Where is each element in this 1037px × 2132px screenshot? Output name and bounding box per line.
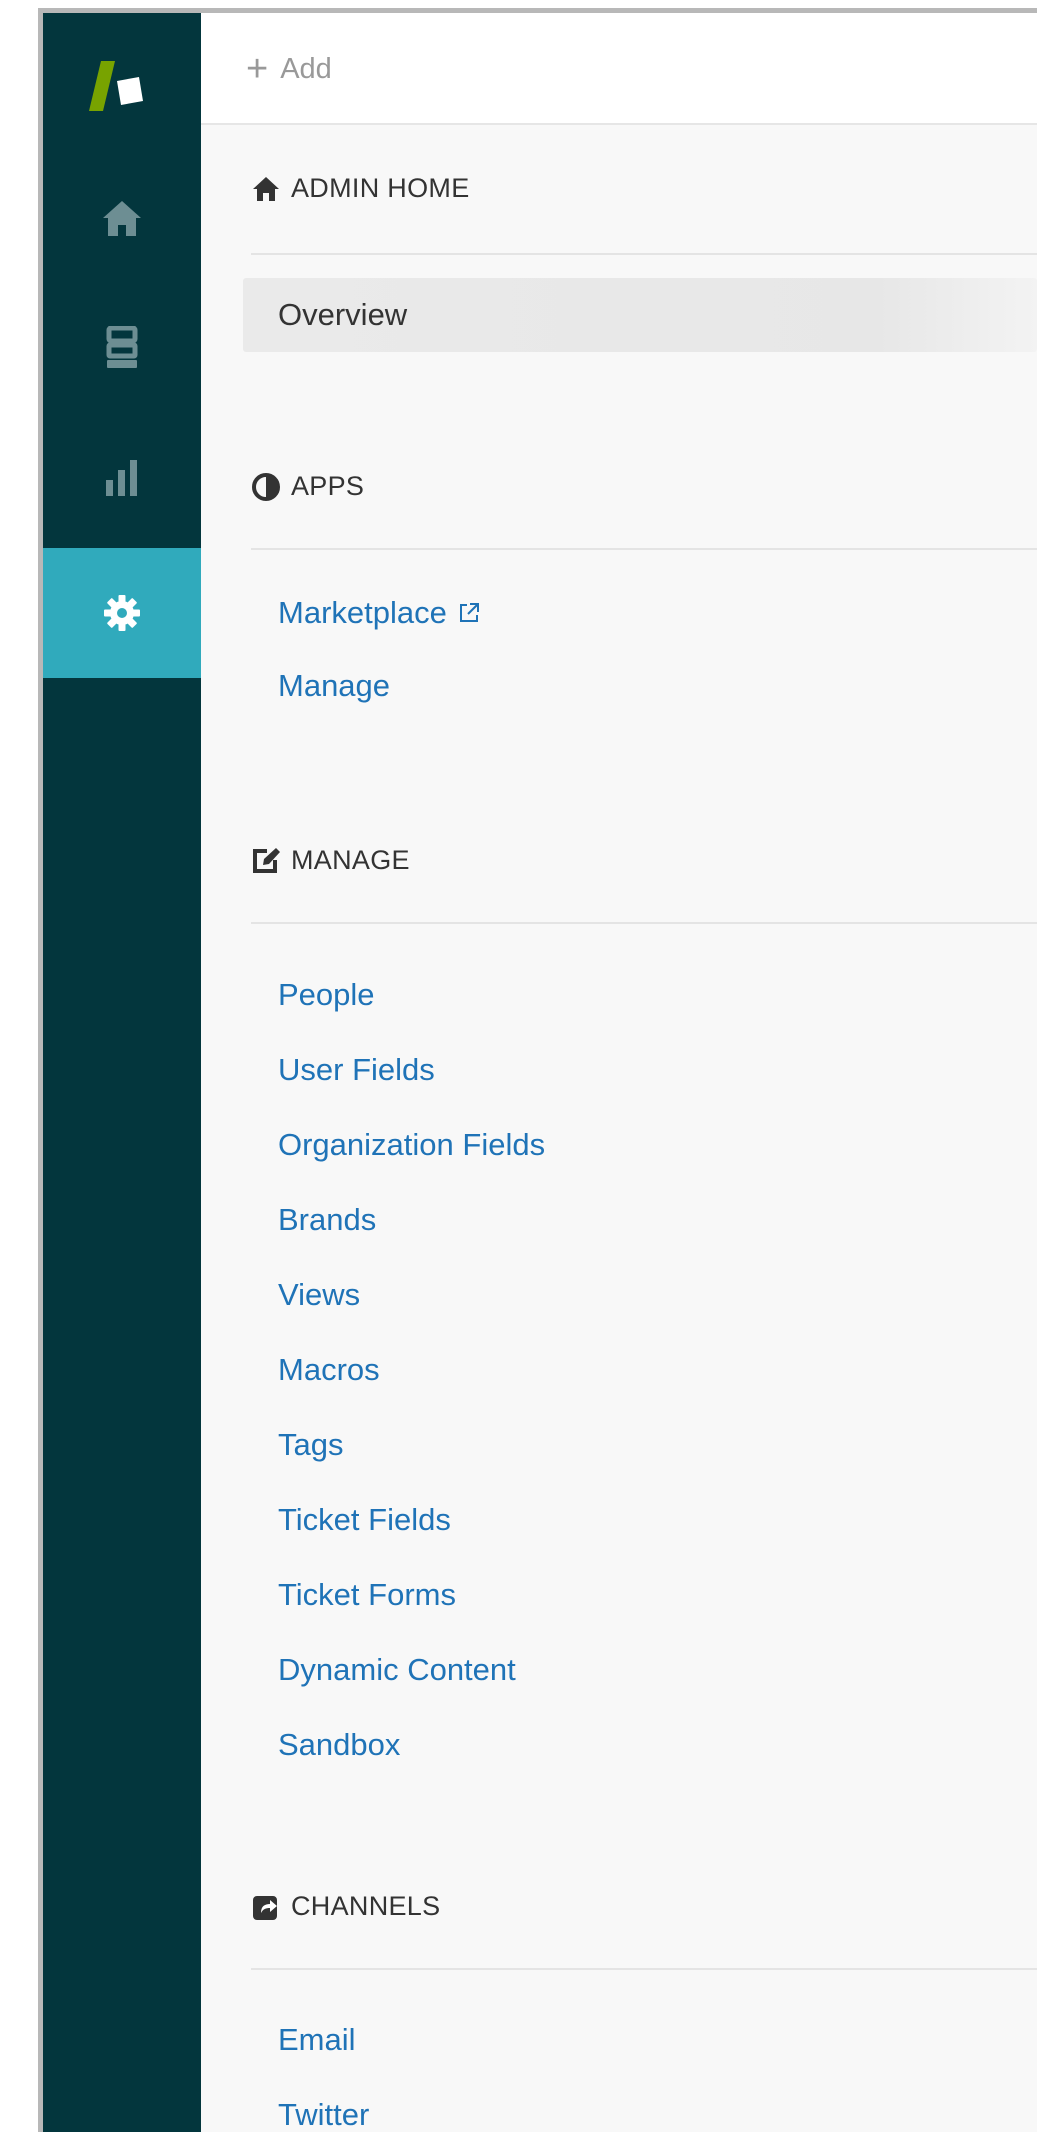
rail-item-admin[interactable] — [43, 548, 201, 678]
menu-item-label: Overview — [278, 297, 408, 332]
section-header-manage: MANAGE — [251, 845, 410, 876]
screenshot-frame: + Add ADMIN HOME Overview APPS Marketpla… — [0, 0, 1037, 2132]
menu-item-tags[interactable]: Tags — [278, 1427, 343, 1463]
section-title: APPS — [291, 471, 365, 501]
rail-item-reporting[interactable] — [43, 413, 201, 543]
views-icon — [105, 326, 139, 370]
section-title: ADMIN HOME — [291, 173, 470, 203]
add-button[interactable]: + Add — [246, 45, 332, 93]
menu-item-twitter[interactable]: Twitter — [278, 2097, 369, 2132]
menu-item-views[interactable]: Views — [278, 1277, 360, 1313]
divider — [251, 922, 1037, 924]
menu-item-macros[interactable]: Macros — [278, 1352, 380, 1388]
plus-icon: + — [246, 48, 269, 90]
share-icon — [251, 1892, 281, 1922]
section-title: MANAGE — [291, 845, 410, 875]
menu-item-label: User Fields — [278, 1052, 435, 1087]
menu-item-overview[interactable]: Overview — [243, 278, 1037, 352]
zendesk-logo[interactable] — [81, 55, 151, 125]
section-title: CHANNELS — [291, 1891, 441, 1921]
menu-item-brands[interactable]: Brands — [278, 1202, 376, 1238]
home-icon — [101, 198, 143, 238]
menu-item-label: Brands — [278, 1202, 377, 1237]
menu-item-label: Tags — [278, 1427, 344, 1462]
menu-item-label: Manage — [278, 668, 391, 703]
menu-item-label: Ticket Forms — [278, 1577, 456, 1612]
app-window: + Add ADMIN HOME Overview APPS Marketpla… — [38, 8, 1037, 2132]
menu-item-email[interactable]: Email — [278, 2022, 356, 2058]
menu-item-label: Sandbox — [278, 1727, 401, 1762]
menu-item-marketplace[interactable]: Marketplace — [278, 595, 481, 631]
nav-rail — [43, 13, 201, 2132]
rail-item-views[interactable] — [43, 283, 201, 413]
menu-item-label: Macros — [278, 1352, 380, 1387]
external-link-icon — [457, 601, 481, 625]
divider — [251, 253, 1037, 255]
menu-item-label: People — [278, 977, 375, 1012]
divider — [251, 548, 1037, 550]
menu-item-label: Email — [278, 2022, 356, 2057]
menu-item-label: Marketplace — [278, 595, 447, 630]
menu-item-dynamic-content[interactable]: Dynamic Content — [278, 1652, 516, 1688]
bar-chart-icon — [104, 458, 140, 498]
top-bar: + Add — [201, 13, 1037, 125]
menu-item-ticket-forms[interactable]: Ticket Forms — [278, 1577, 456, 1613]
gear-icon — [103, 594, 141, 632]
menu-item-user-fields[interactable]: User Fields — [278, 1052, 435, 1088]
menu-item-label: Views — [278, 1277, 361, 1312]
divider — [251, 1968, 1037, 1970]
rail-item-home[interactable] — [43, 153, 201, 283]
menu-item-label: Dynamic Content — [278, 1652, 516, 1687]
menu-item-label: Ticket Fields — [278, 1502, 451, 1537]
menu-item-label: Twitter — [278, 2097, 370, 2132]
section-header-channels: CHANNELS — [251, 1891, 440, 1922]
menu-item-manage-apps[interactable]: Manage — [278, 668, 390, 704]
menu-item-organization-fields[interactable]: Organization Fields — [278, 1127, 545, 1163]
menu-item-ticket-fields[interactable]: Ticket Fields — [278, 1502, 451, 1538]
half-circle-icon — [251, 472, 281, 502]
admin-menu-panel: + Add ADMIN HOME Overview APPS Marketpla… — [201, 13, 1037, 2132]
section-header-apps: APPS — [251, 471, 364, 502]
menu-item-label: Organization Fields — [278, 1127, 546, 1162]
section-header-admin-home: ADMIN HOME — [251, 173, 470, 204]
home-icon — [251, 174, 281, 204]
add-button-label: Add — [280, 52, 332, 85]
menu-item-sandbox[interactable]: Sandbox — [278, 1727, 400, 1763]
menu-item-people[interactable]: People — [278, 977, 375, 1013]
edit-icon — [251, 846, 281, 876]
